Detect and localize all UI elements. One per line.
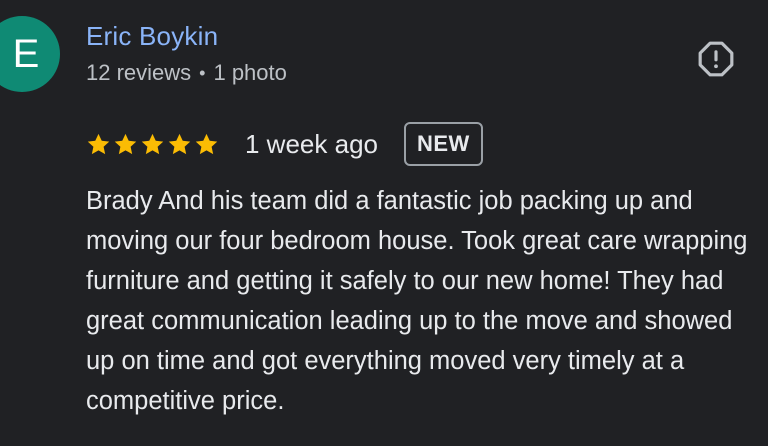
avatar[interactable]: E bbox=[0, 16, 60, 92]
report-flag-icon bbox=[698, 41, 734, 77]
author-name[interactable]: Eric Boykin bbox=[86, 20, 218, 52]
report-review-button[interactable] bbox=[697, 40, 735, 78]
meta-separator: • bbox=[199, 63, 206, 83]
review-text: Brady And his team did a fantastic job p… bbox=[86, 187, 748, 415]
star-rating bbox=[86, 132, 219, 157]
photos-count: 1 photo bbox=[213, 60, 287, 85]
star-icon bbox=[168, 133, 191, 154]
author-meta: 12 reviews • 1 photo bbox=[86, 59, 287, 87]
star-icon bbox=[195, 133, 218, 154]
star-icon bbox=[141, 133, 164, 154]
new-badge: NEW bbox=[403, 122, 483, 166]
reviews-count: 12 reviews bbox=[86, 60, 192, 85]
review-card: E Eric Boykin 12 reviews • 1 photo 1 wee… bbox=[0, 0, 768, 446]
review-time: 1 week ago bbox=[245, 128, 378, 159]
star-icon bbox=[87, 133, 110, 154]
rating-row: 1 week ago NEW bbox=[86, 120, 483, 168]
star-icon bbox=[114, 133, 137, 154]
